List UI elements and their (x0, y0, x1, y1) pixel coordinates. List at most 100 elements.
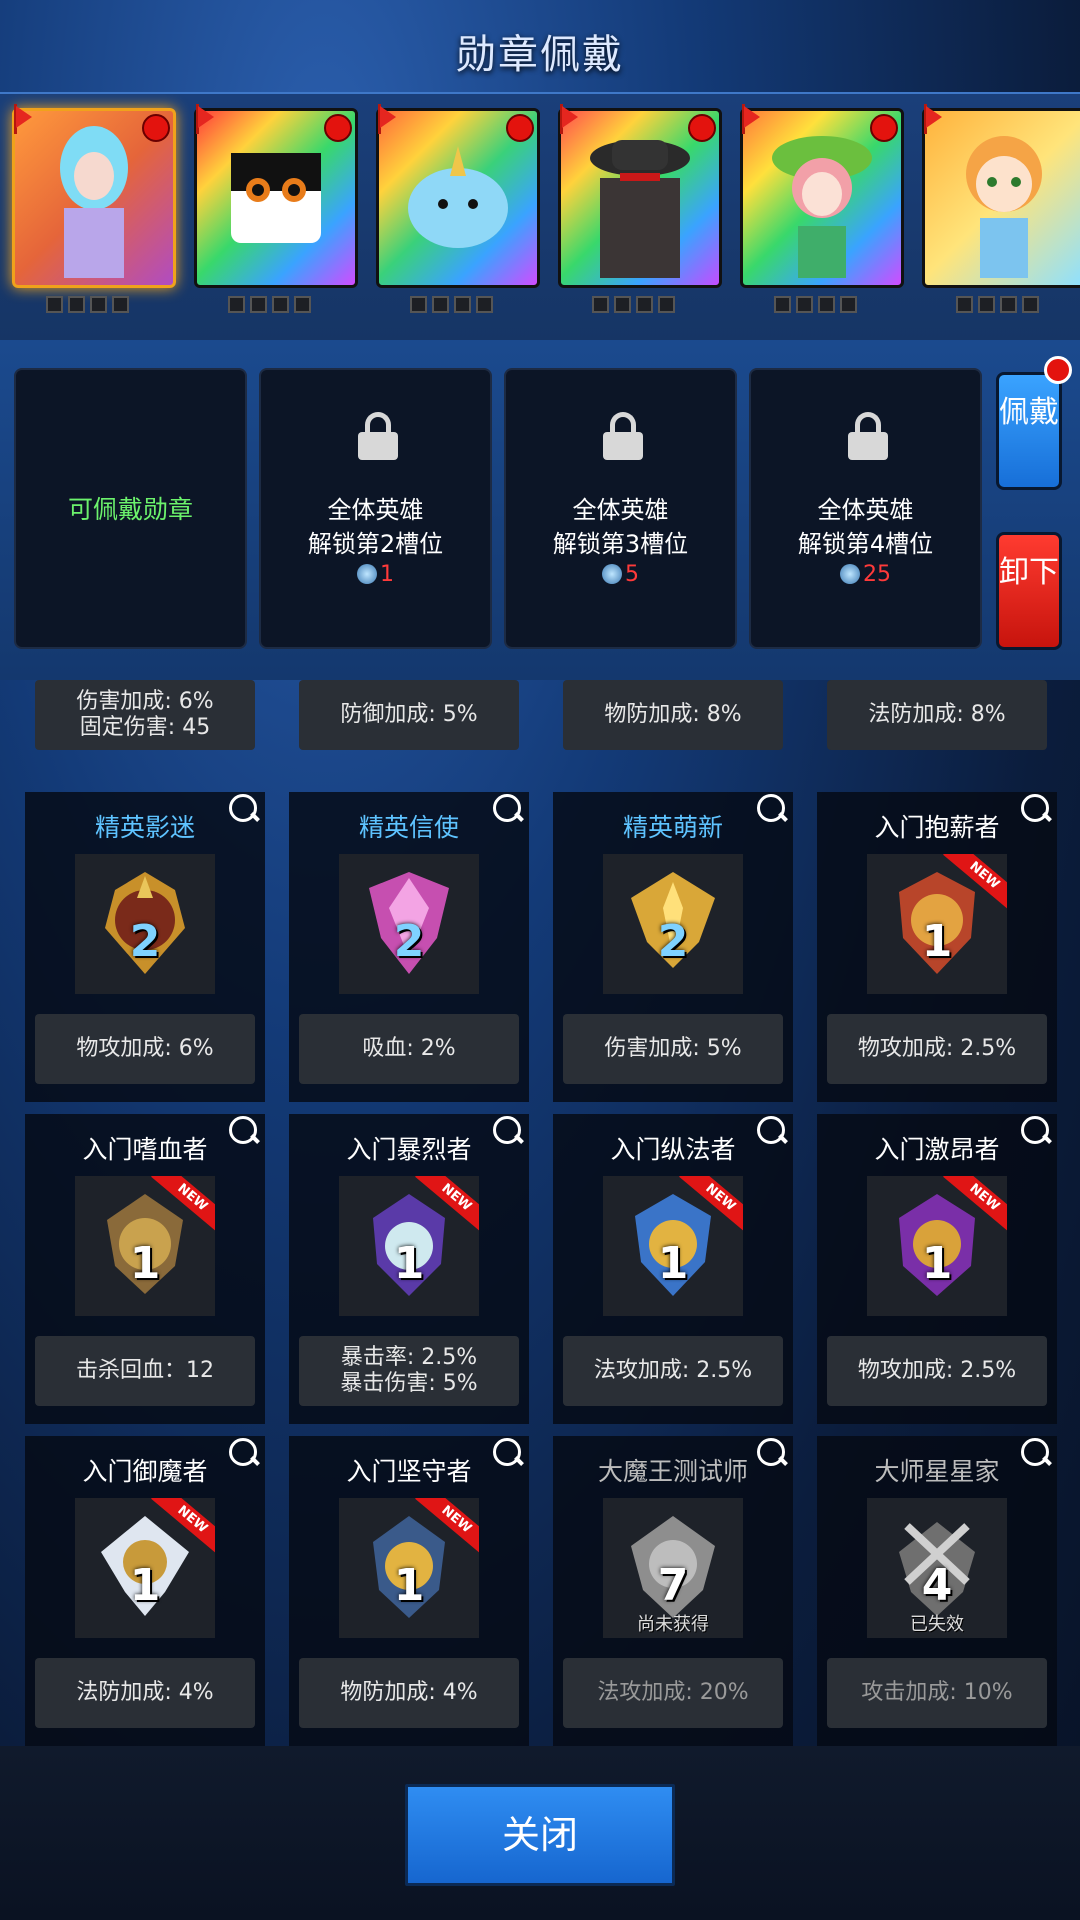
magnifier-icon[interactable] (493, 1438, 521, 1466)
medal-card[interactable]: 入门纵法者 1 NEW 法攻加成: 2.5% (553, 1114, 793, 1424)
slot-available-label: 可佩戴勋章 (67, 495, 193, 524)
notification-dot-icon (688, 114, 716, 142)
notification-dot-icon (142, 114, 170, 142)
stat-line: 固定伤害: 45 (79, 715, 211, 740)
magnifier-icon[interactable] (1021, 1438, 1049, 1466)
medal-card[interactable]: 精英萌新 2 伤害加成: 5% (553, 792, 793, 1102)
slot-unlock-cost: 1 (261, 562, 490, 587)
medal-level: 1 (657, 1238, 689, 1289)
medal-icon: 1 NEW (75, 1498, 215, 1638)
stat-line: 吸血: 2% (362, 1036, 456, 1061)
medal-icon: 1 NEW (603, 1176, 743, 1316)
medal-card[interactable]: 精英影迷 2 物攻加成: 6% (25, 792, 265, 1102)
medal-icon: 1 NEW (75, 1176, 215, 1316)
medal-level: 1 (129, 1238, 161, 1289)
stat-line: 物攻加成: 2.5% (857, 1358, 1017, 1383)
medal-card[interactable]: 大魔王测试师 7 尚未获得 法攻加成: 20% (553, 1436, 793, 1746)
medal-name: 入门坚守者 (346, 1457, 472, 1486)
page-title: 勋章佩戴 (456, 32, 624, 78)
hero-card-5[interactable] (740, 104, 904, 313)
magnifier-icon[interactable] (757, 794, 785, 822)
medal-level: 4 (921, 1560, 953, 1611)
medal-stat: 法防加成: 4% (35, 1658, 255, 1728)
medal-stat: 物防加成: 8% (563, 680, 783, 750)
medal-level: 1 (393, 1560, 425, 1611)
medal-name: 入门激昂者 (874, 1135, 1000, 1164)
medal-card[interactable]: 大师星星家 4 已失效 攻击加成: 10% (817, 1436, 1057, 1746)
hero-card-3[interactable] (376, 104, 540, 313)
medal-stat: 法攻加成: 20% (563, 1658, 783, 1728)
medal-level: 1 (393, 1238, 425, 1289)
medal-slot-4[interactable]: 全体英雄 解锁第4槽位 25 (749, 368, 982, 649)
slot-unlock-scope: 全体英雄 (327, 496, 424, 524)
hero-avatar (966, 136, 1042, 278)
stat-line: 伤害加成: 5% (604, 1036, 742, 1061)
medal-level: 2 (657, 916, 689, 967)
magnifier-icon[interactable] (229, 1116, 257, 1144)
medal-level: 1 (129, 1560, 161, 1611)
medal-stat: 物攻加成: 6% (35, 1014, 255, 1084)
medal-card[interactable]: 精英信使 2 吸血: 2% (289, 792, 529, 1102)
gem-icon (840, 564, 860, 584)
medal-stat: 攻击加成: 10% (827, 1658, 1047, 1728)
medal-slot-panel: 可佩戴勋章 全体英雄 解锁第2槽位 1 全体英雄 解锁第3槽位 5 全体英雄 解… (0, 340, 1080, 680)
hero-card-1[interactable] (12, 104, 176, 313)
magnifier-icon[interactable] (229, 794, 257, 822)
remove-button[interactable]: 卸下 (996, 532, 1062, 650)
slot-unlock-scope: 全体英雄 (817, 496, 914, 524)
medal-level: 1 (921, 916, 953, 967)
star-slots (228, 296, 311, 313)
medal-stat: 击杀回血：12 (35, 1336, 255, 1406)
lock-icon (848, 412, 888, 460)
medal-stat: 暴击率: 2.5% 暴击伤害: 5% (299, 1336, 519, 1406)
hero-strip (0, 92, 1080, 342)
medal-card[interactable]: 入门坚守者 1 NEW 物防加成: 4% (289, 1436, 529, 1746)
stat-line: 暴击率: 2.5% (340, 1345, 478, 1370)
hero-avatar (772, 136, 872, 278)
wear-button[interactable]: 佩戴 (996, 372, 1062, 490)
stat-line: 法防加成: 4% (76, 1680, 214, 1705)
medal-grid[interactable]: 伤害加成: 6% 固定伤害: 45 防御加成: 5% 物防加成: 8% 法防加成:… (0, 680, 1080, 1746)
medal-stat: 法防加成: 8% (827, 680, 1047, 750)
medal-stat: 伤害加成: 5% (563, 1014, 783, 1084)
medal-card[interactable]: 入门暴烈者 1 NEW 暴击率: 2.5% 暴击伤害: 5% (289, 1114, 529, 1424)
stat-line: 击杀回血：12 (76, 1358, 214, 1383)
medal-card[interactable]: 入门御魔者 1 NEW 法防加成: 4% (25, 1436, 265, 1746)
stat-line: 伤害加成: 6% (76, 689, 214, 714)
hero-card-2[interactable] (194, 104, 358, 313)
medal-status: 已失效 (910, 1614, 964, 1635)
slot-cost-value: 25 (863, 562, 891, 587)
medal-stat: 法攻加成: 2.5% (563, 1336, 783, 1406)
magnifier-icon[interactable] (493, 1116, 521, 1144)
medal-slot-2[interactable]: 全体英雄 解锁第2槽位 1 (259, 368, 492, 649)
gem-icon (357, 564, 377, 584)
medal-slot-3[interactable]: 全体英雄 解锁第3槽位 5 (504, 368, 737, 649)
medal-level: 1 (921, 1238, 953, 1289)
medal-card[interactable]: 入门抱薪者 1 NEW 物攻加成: 2.5% (817, 792, 1057, 1102)
magnifier-icon[interactable] (493, 794, 521, 822)
medal-icon: 2 (339, 854, 479, 994)
magnifier-icon[interactable] (229, 1438, 257, 1466)
gem-icon (602, 564, 622, 584)
slot-unlock-text: 解锁第4槽位 (797, 530, 934, 558)
stat-line: 攻击加成: 10% (861, 1680, 1013, 1705)
medal-card[interactable]: 入门激昂者 1 NEW 物攻加成: 2.5% (817, 1114, 1057, 1424)
stat-line: 物攻加成: 2.5% (857, 1036, 1017, 1061)
magnifier-icon[interactable] (757, 1438, 785, 1466)
hero-card-6[interactable] (922, 104, 1080, 313)
medal-stat: 物攻加成: 2.5% (827, 1336, 1047, 1406)
hero-card-4[interactable] (558, 104, 722, 313)
medal-stat: 物攻加成: 2.5% (827, 1014, 1047, 1084)
medal-icon: 2 (75, 854, 215, 994)
magnifier-icon[interactable] (1021, 794, 1049, 822)
medal-stat: 防御加成: 5% (299, 680, 519, 750)
close-button[interactable]: 关闭 (405, 1784, 675, 1886)
medal-name: 大魔王测试师 (597, 1457, 748, 1486)
medal-level: 2 (393, 916, 425, 967)
medal-card[interactable]: 入门嗜血者 1 NEW 击杀回血：12 (25, 1114, 265, 1424)
lock-icon (603, 412, 643, 460)
medal-slot-1[interactable]: 可佩戴勋章 (14, 368, 247, 649)
magnifier-icon[interactable] (757, 1116, 785, 1144)
magnifier-icon[interactable] (1021, 1116, 1049, 1144)
stat-line: 暴击伤害: 5% (340, 1371, 478, 1396)
